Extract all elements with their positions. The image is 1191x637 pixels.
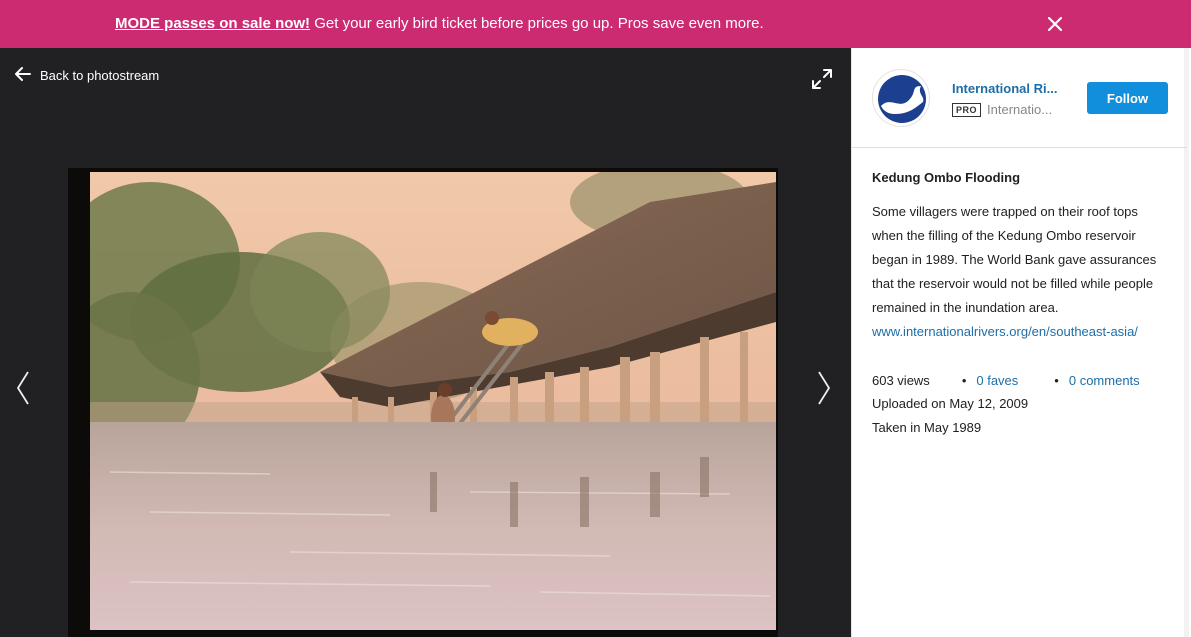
pro-badge: PRO — [952, 102, 982, 117]
photo-stats: 603 views • 0 faves • 0 comments Uploade… — [872, 368, 1172, 440]
owner-name-link[interactable]: International Ri... — [952, 81, 1064, 96]
banner-message: Get your early bird ticket before prices… — [314, 15, 764, 32]
back-to-photostream-link[interactable]: Back to photostream — [15, 67, 159, 84]
owner-handle: Internatio... — [987, 102, 1053, 117]
close-icon[interactable] — [1045, 14, 1065, 34]
expand-icon[interactable] — [811, 68, 833, 90]
stats-row: 603 views • 0 faves • 0 comments — [872, 368, 1172, 392]
arrow-left-icon — [15, 67, 31, 84]
comments-link[interactable]: 0 comments — [1069, 373, 1140, 388]
faves-link[interactable]: 0 faves — [976, 373, 1018, 388]
upload-date: Uploaded on May 12, 2009 — [872, 396, 1029, 411]
separator-dot: • — [961, 372, 967, 388]
follow-button[interactable]: Follow — [1087, 82, 1168, 114]
photo-viewer: Back to photostream — [0, 48, 851, 637]
photo-description: Some villagers were trapped on their roo… — [872, 200, 1172, 344]
banner-text: MODE passes on sale now! Get your early … — [115, 15, 764, 32]
chevron-left-icon[interactable] — [14, 370, 32, 406]
avatar[interactable] — [872, 69, 930, 127]
description-text: Some villagers were trapped on their roo… — [872, 204, 1157, 315]
photo-sidebar: International Ri... PRO Internatio... Fo… — [851, 48, 1191, 637]
separator-dot: • — [1054, 372, 1059, 388]
views-count: 603 views — [872, 372, 930, 388]
promo-banner: MODE passes on sale now! Get your early … — [0, 0, 1191, 48]
chevron-right-icon[interactable] — [815, 370, 833, 406]
photo-title: Kedung Ombo Flooding — [872, 170, 1021, 185]
back-label: Back to photostream — [40, 68, 160, 83]
owner-panel: International Ri... PRO Internatio... Fo… — [852, 48, 1187, 148]
photo[interactable] — [68, 168, 778, 637]
flooded-village-image — [90, 172, 776, 630]
banner-highlight-link[interactable]: MODE passes on sale now! — [115, 15, 310, 32]
description-link[interactable]: www.internationalrivers.org/en/southeast… — [872, 324, 1138, 339]
owner-subline: PRO Internatio... — [952, 102, 1057, 117]
taken-date: Taken in May 1989 — [872, 420, 982, 435]
